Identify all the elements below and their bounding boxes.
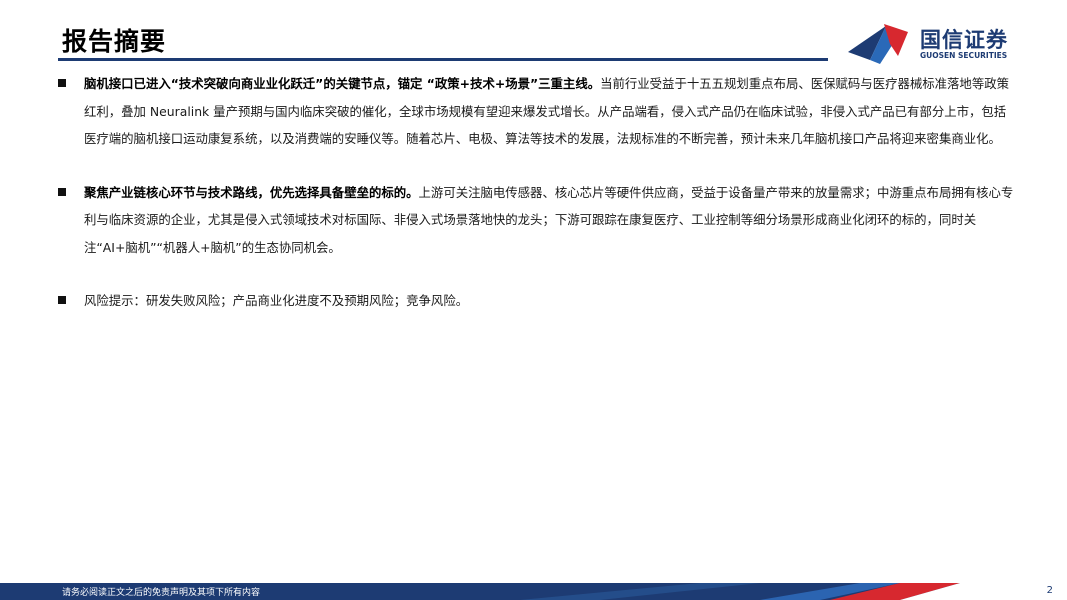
title-underline	[58, 58, 828, 61]
square-bullet-icon	[58, 79, 66, 87]
logo-english-name: GUOSEN SECURITIES	[920, 51, 1008, 60]
square-bullet-icon	[58, 187, 66, 196]
risk-text: 风险提示：研发失败风险；产品商业化进度不及预期风险；竞争风险。	[84, 293, 469, 308]
paragraph-lead: 脑机接口已进入“技术突破向商业业化跃迁”的关键节点，锚定 “政策+技术+场景”三…	[84, 76, 601, 91]
page-number: 2	[1046, 585, 1053, 596]
risk-paragraph: 风险提示：研发失败风险；产品商业化进度不及预期风险；竞争风险。	[58, 287, 1018, 315]
paragraph-lead: 聚焦产业链核心环节与技术路线，优先选择具备壁垒的标的。	[84, 184, 419, 200]
summary-paragraph: 脑机接口已进入“技术突破向商业业化跃迁”的关键节点，锚定 “政策+技术+场景”三…	[58, 70, 1018, 153]
page-title: 报告摘要	[62, 27, 167, 56]
company-logo: 国信证券 GUOSEN SECURITIES	[846, 22, 1021, 66]
footer-disclaimer: 请务必阅读正文之后的免责声明及其项下所有内容	[62, 588, 261, 598]
square-bullet-icon	[58, 296, 66, 304]
guosen-logo-icon	[848, 24, 908, 64]
summary-content: 脑机接口已进入“技术突破向商业业化跃迁”的关键节点，锚定 “政策+技术+场景”三…	[58, 70, 1018, 315]
summary-paragraph: 聚焦产业链核心环节与技术路线，优先选择具备壁垒的标的。上游可关注脑电传感器、核心…	[58, 179, 1018, 262]
footer-bar: 请务必阅读正文之后的免责声明及其项下所有内容 2	[0, 583, 1067, 600]
logo-chinese-name: 国信证券	[920, 28, 1008, 52]
